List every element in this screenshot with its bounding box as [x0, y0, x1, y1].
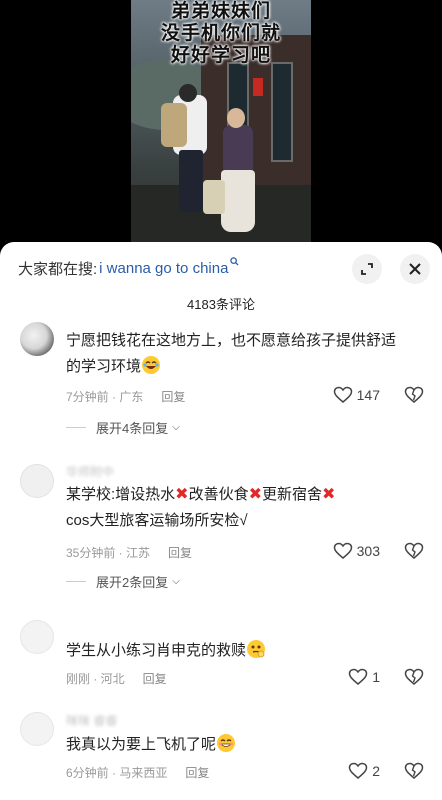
like-count: 2 — [372, 763, 380, 779]
like-button[interactable]: 303 — [333, 542, 380, 560]
comment-text-line: 宁愿把钱花在这地方上，也不愿意给孩子提供舒适 — [66, 332, 397, 349]
comments-count: 4183条评论 — [187, 297, 255, 312]
video-person-student-legs — [179, 150, 203, 212]
comment-time-location: 7分钟前 · 广东 — [66, 390, 144, 404]
broken-heart-icon[interactable] — [404, 386, 424, 409]
comment-username[interactable]: 咪咪 睿睿 — [66, 712, 117, 729]
like-button[interactable]: 2 — [348, 762, 380, 780]
comment-text-fragment: 某学校:增设热水 — [66, 486, 176, 503]
divider — [66, 427, 86, 428]
comment-text-fragment: 更新宿舍 — [262, 486, 323, 503]
broken-heart-icon[interactable] — [404, 668, 424, 691]
search-suggestion[interactable]: 大家都在搜: i wanna go to china — [18, 256, 239, 280]
search-icon[interactable] — [230, 257, 239, 269]
expand-icon[interactable] — [352, 254, 382, 284]
video-backpack — [161, 103, 187, 147]
video-caption: 弟弟妹妹们 没手机你们就 好好学习吧 — [131, 0, 311, 66]
cross-mark-icon: ✖ — [322, 486, 336, 503]
video-player[interactable]: 弟弟妹妹们 没手机你们就 好好学习吧 — [0, 0, 442, 242]
expand-replies-button[interactable]: 展开2条回复 ⌵ — [66, 572, 180, 591]
like-count: 1 — [372, 669, 380, 685]
grin-emoji-icon — [217, 734, 236, 752]
comment-time-location: 刚刚 · 河北 — [66, 672, 125, 686]
heart-icon — [348, 762, 368, 779]
reply-button[interactable]: 回复 — [168, 546, 192, 560]
video-frame[interactable]: 弟弟妹妹们 没手机你们就 好好学习吧 — [131, 0, 311, 242]
video-person-woman-head — [227, 108, 245, 128]
chevron-down-icon: ⌵ — [172, 576, 180, 587]
comment-text-line: cos大型旅客运输场所安检√ — [66, 512, 248, 529]
comment-text-line: 学生从小练习肖申克的救赎 — [66, 638, 406, 664]
heart-icon — [333, 542, 352, 559]
cross-mark-icon: ✖ — [175, 486, 189, 503]
expand-replies-label: 展开4条回复 — [96, 421, 169, 436]
comment-time-location: 35分钟前 · 江苏 — [66, 546, 151, 560]
like-count: 303 — [356, 543, 380, 559]
comment-time-location: 6分钟前 · 马来西亚 — [66, 766, 168, 780]
comment-meta: 35分钟前 · 江苏 回复 — [66, 544, 192, 561]
close-icon[interactable] — [400, 254, 430, 284]
video-person-student-head — [179, 84, 197, 102]
cross-mark-icon: ✖ — [248, 486, 262, 503]
reply-button[interactable]: 回复 — [161, 390, 185, 404]
comments-sheet: 大家都在搜: i wanna go to china 4183条评论 宁愿把钱花… — [0, 242, 442, 800]
like-button[interactable]: 147 — [333, 386, 380, 404]
comment-meta: 6分钟前 · 马来西亚 回复 — [66, 764, 209, 781]
broken-heart-icon[interactable] — [404, 542, 424, 565]
heart-icon — [348, 668, 368, 685]
avatar[interactable] — [20, 712, 54, 746]
search-prefix: 大家都在搜: — [18, 260, 98, 278]
video-person-woman — [223, 125, 253, 175]
video-person-woman-skirt — [221, 170, 255, 232]
comment-meta: 7分钟前 · 广东 回复 — [66, 388, 185, 405]
comment-text-line: 某学校:增设热水✖改善伙食✖更新宿舍✖ — [66, 482, 406, 508]
search-term-link[interactable]: i wanna go to china — [99, 260, 228, 277]
video-tote-bag — [203, 180, 225, 214]
video-background-door — [271, 62, 293, 162]
video-background-sign — [253, 78, 263, 96]
video-caption-line: 没手机你们就 — [160, 22, 281, 44]
comment-meta: 刚刚 · 河北 回复 — [66, 670, 167, 687]
comment-text: 某学校:增设热水✖改善伙食✖更新宿舍✖ cos大型旅客运输场所安检√ — [66, 482, 406, 534]
laughing-tears-emoji-icon — [142, 356, 161, 374]
comment-username[interactable]: 华师附中 — [66, 463, 114, 480]
comment-text-fragment: 改善伙食 — [188, 486, 249, 503]
video-caption-line: 弟弟妹妹们 — [170, 0, 271, 22]
reply-button[interactable]: 回复 — [185, 766, 209, 780]
comment-text-line: 我真以为要上飞机了呢 — [66, 732, 406, 758]
comment-text: 学生从小练习肖申克的救赎 — [66, 638, 406, 664]
expand-replies-label: 展开2条回复 — [96, 575, 169, 590]
like-button[interactable]: 1 — [348, 668, 380, 686]
comment-text: 宁愿把钱花在这地方上，也不愿意给孩子提供舒适 的学习环境 — [66, 328, 406, 380]
chevron-down-icon: ⌵ — [172, 422, 180, 433]
thinking-emoji-icon — [247, 640, 266, 658]
avatar[interactable] — [20, 620, 54, 654]
divider — [66, 581, 86, 582]
reply-button[interactable]: 回复 — [143, 672, 167, 686]
comment-text-fragment: 的学习环境 — [66, 358, 142, 375]
video-caption-line: 好好学习吧 — [170, 44, 271, 66]
comment-text: 我真以为要上飞机了呢 — [66, 732, 406, 758]
comment-text-line: 的学习环境 — [66, 354, 406, 380]
heart-icon — [333, 386, 352, 403]
comment-text-fragment: 学生从小练习肖申克的救赎 — [66, 642, 247, 659]
avatar[interactable] — [20, 464, 54, 498]
broken-heart-icon[interactable] — [404, 762, 424, 785]
expand-replies-button[interactable]: 展开4条回复 ⌵ — [66, 418, 180, 437]
avatar[interactable] — [20, 322, 54, 356]
like-count: 147 — [356, 387, 380, 403]
comment-text-fragment: 我真以为要上飞机了呢 — [66, 736, 217, 753]
